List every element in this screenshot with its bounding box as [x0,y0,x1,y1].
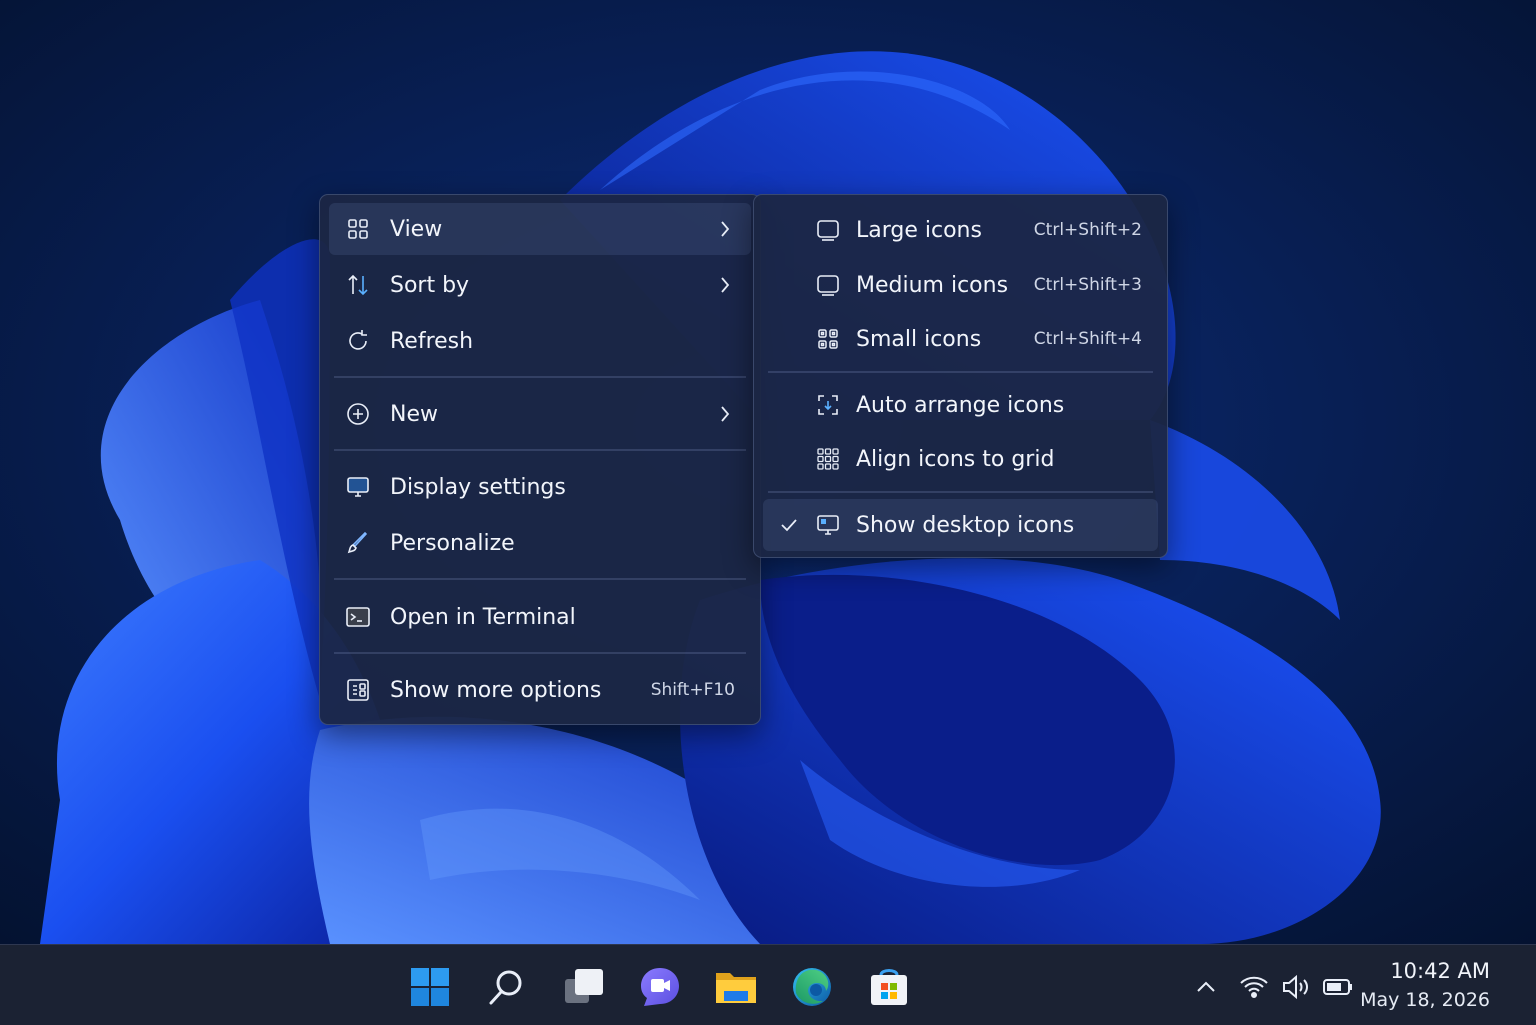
plus-circle-icon [347,403,369,425]
menu-item-label: View [390,216,443,242]
monitor-icon [347,477,369,497]
menu-separator [334,578,746,580]
menu-item-label: Show more options [390,677,602,703]
teams-chat-icon[interactable] [638,965,682,1009]
submenu-item-medium-icons[interactable]: Medium icons Ctrl+Shift+3 [763,259,1158,311]
brush-icon [347,531,368,554]
chevron-right-icon [721,406,730,422]
chevron-right-icon [721,277,730,293]
start-icon[interactable] [408,965,452,1009]
submenu-item-label: Large icons [856,217,982,243]
menu-item-open-in-terminal[interactable]: Open in Terminal [329,591,751,643]
taskbar: 10:42 AM May 18, 2026 [0,944,1536,1025]
terminal-icon [346,607,370,627]
submenu-item-label: Show desktop icons [856,512,1075,538]
submenu-item-show-desktop-icons[interactable]: Show desktop icons [763,499,1158,551]
menu-item-show-more-options[interactable]: Show more options Shift+F10 [329,664,751,716]
submenu-item-label: Align icons to grid [856,446,1055,472]
clock-time[interactable]: 10:42 AM [1390,959,1490,983]
view-submenu: Large icons Ctrl+Shift+2 Medium icons Ct… [753,194,1168,558]
menu-separator [334,449,746,451]
menu-item-label: Open in Terminal [390,604,576,630]
task-view-icon[interactable] [562,965,606,1009]
sort-arrows-icon [348,274,368,296]
shortcut-text: Ctrl+Shift+3 [1033,275,1142,295]
wifi-icon[interactable] [1238,971,1270,1003]
edge-icon[interactable] [790,965,834,1009]
chevron-up-icon[interactable] [1190,971,1222,1003]
square-icon [817,220,839,241]
menu-item-label: Sort by [390,272,470,298]
search-icon[interactable] [484,965,528,1009]
shortcut-text: Shift+F10 [650,680,735,700]
menu-item-label: Refresh [390,328,474,354]
checkmark-icon [781,519,797,532]
dot-grid-icon [817,448,839,470]
submenu-item-label: Medium icons [856,272,1009,298]
menu-item-label: New [390,401,438,427]
auto-arrange-icon [818,395,838,415]
submenu-item-label: Auto arrange icons [856,392,1065,418]
store-icon[interactable] [867,965,911,1009]
more-options-icon [347,679,369,701]
menu-separator [768,491,1153,493]
battery-icon[interactable] [1322,971,1354,1003]
menu-separator [768,371,1153,373]
menu-separator [334,376,746,378]
shortcut-text: Ctrl+Shift+2 [1033,220,1142,240]
menu-item-new[interactable]: New [329,388,751,440]
chevron-right-icon [721,221,730,237]
square-icon [817,275,839,296]
submenu-item-small-icons[interactable]: Small icons Ctrl+Shift+4 [763,313,1158,365]
submenu-item-align-to-grid[interactable]: Align icons to grid [763,433,1158,485]
volume-icon[interactable] [1280,971,1312,1003]
menu-item-refresh[interactable]: Refresh [329,315,751,367]
submenu-item-auto-arrange[interactable]: Auto arrange icons [763,379,1158,431]
refresh-icon [349,330,367,350]
submenu-item-large-icons[interactable]: Large icons Ctrl+Shift+2 [763,204,1158,256]
file-explorer-icon[interactable] [714,965,758,1009]
small-grid-icon [818,329,838,349]
menu-separator [334,652,746,654]
menu-item-view[interactable]: View [329,203,751,255]
menu-item-personalize[interactable]: Personalize [329,517,751,569]
shortcut-text: Ctrl+Shift+4 [1033,329,1142,349]
menu-item-display-settings[interactable]: Display settings [329,461,751,513]
menu-item-sort-by[interactable]: Sort by [329,259,751,311]
clock-date[interactable]: May 18, 2026 [1360,989,1490,1011]
desktop-icon [817,515,839,535]
grid-view-icon [348,219,368,239]
menu-item-label: Personalize [390,530,515,556]
submenu-item-label: Small icons [856,326,982,352]
menu-item-label: Display settings [390,474,566,500]
desktop-context-menu: View Sort by Refresh New Display setting… [319,194,761,725]
